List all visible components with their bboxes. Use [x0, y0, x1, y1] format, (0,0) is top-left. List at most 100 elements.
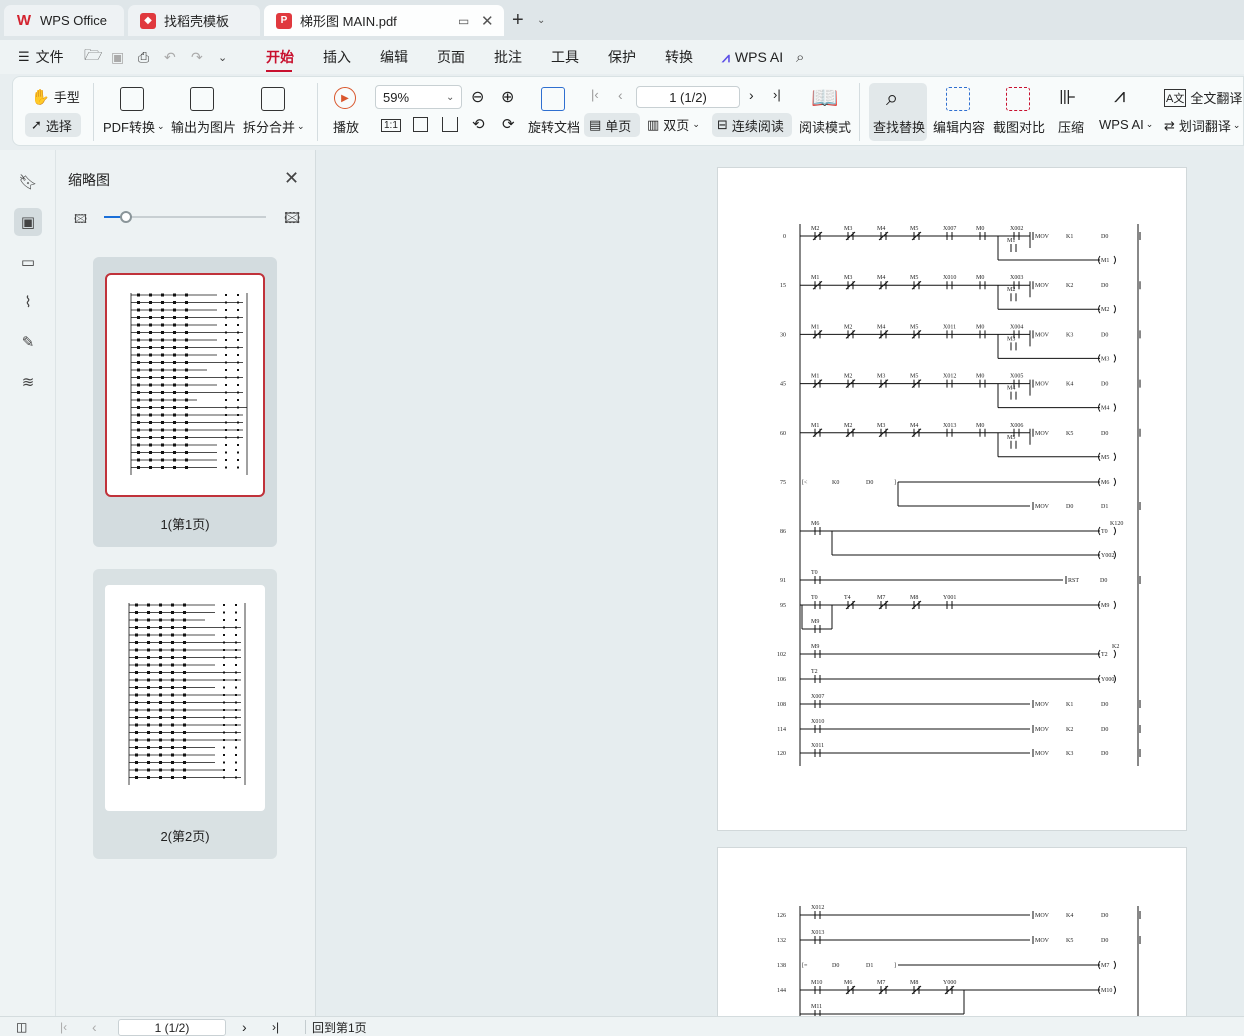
save-icon[interactable]: ▣	[111, 40, 124, 74]
contact-label: M1	[811, 324, 819, 330]
menu-annotate[interactable]: 批注	[494, 40, 522, 74]
thumb-contact	[185, 368, 188, 372]
page-number-input[interactable]: 1 (1/2)	[636, 86, 740, 108]
split-merge-button[interactable]: 拆分合并 ⌄	[243, 117, 305, 136]
prev-page-icon[interactable]: ‹	[92, 1017, 97, 1036]
small-image-icon[interactable]: 🖾	[74, 210, 87, 231]
thumbnail-icon[interactable]: ▣	[14, 208, 42, 236]
tab-docer-template[interactable]: ◆ 找稻壳模板	[128, 5, 260, 36]
thumb-contact	[183, 761, 186, 764]
menu-edit[interactable]: 编辑	[380, 40, 408, 74]
wps-ai-button[interactable]: WPS AI ⌄	[1099, 117, 1153, 132]
thumb-operand	[225, 331, 227, 334]
zoom-select[interactable]: 59% ⌄	[375, 85, 462, 109]
redo-icon[interactable]: ↷	[191, 40, 203, 74]
tab-ladder-pdf[interactable]: P 梯形图 MAIN.pdf ▭ ✕	[264, 5, 504, 36]
close-icon[interactable]: ✕	[284, 168, 299, 189]
thumb-operand	[223, 754, 225, 756]
open-folder-icon[interactable]: 🗁	[84, 40, 103, 74]
next-page-icon[interactable]: ›	[749, 87, 754, 103]
close-tab-icon[interactable]: ✕	[481, 5, 494, 36]
back-to-first-page-link[interactable]: 回到第1页	[312, 1017, 367, 1036]
thumb-operand	[225, 429, 227, 431]
quick-access-chevron-icon[interactable]: ⌄	[218, 40, 227, 74]
rotate-right-icon[interactable]: ⟳	[502, 115, 515, 133]
thumb-contact	[159, 723, 162, 727]
continuous-read-button[interactable]: ⊟ 连续阅读	[712, 113, 792, 137]
thumb-contact	[173, 436, 176, 439]
word-translate-button[interactable]: ⇄ 划词翻译 ⌄	[1164, 116, 1240, 135]
thumb-contact	[185, 436, 188, 439]
thumb-contact	[171, 693, 174, 697]
menu-start[interactable]: 开始	[266, 40, 294, 74]
coil-label: T0	[1101, 529, 1108, 535]
last-page-icon[interactable]: ›|	[272, 1017, 279, 1036]
last-page-icon[interactable]: ›|	[773, 87, 781, 102]
thumb-contact	[147, 776, 150, 779]
signature-icon[interactable]: ✎	[14, 328, 42, 356]
zoom-out-icon[interactable]: ⊖	[471, 87, 484, 107]
rotate-document-button[interactable]: 旋转文档	[528, 117, 580, 136]
fit-page-icon[interactable]	[413, 117, 428, 132]
instruction-operand: MOV	[1035, 234, 1050, 240]
select-tool-button[interactable]: ➚ 选择	[25, 113, 81, 137]
thumb-contact	[147, 738, 150, 742]
pdf-convert-icon	[120, 87, 144, 111]
thumb-contact	[173, 301, 176, 304]
layers-icon[interactable]: ≋	[14, 368, 42, 396]
file-menu[interactable]: ☰ 文件	[18, 40, 64, 74]
read-mode-button[interactable]: 阅读模式	[799, 117, 851, 136]
document-viewer[interactable]: 0 M2 M3 M4 M5 X007 M0 X002 MOV K1 D0 M1 M1 15 M1 M3 M4 M5…	[316, 150, 1244, 1016]
first-page-icon[interactable]: |‹	[591, 87, 599, 102]
large-image-icon[interactable]: 🖾	[284, 208, 300, 233]
single-page-button[interactable]: ▤ 单页	[584, 113, 640, 137]
edit-content-button[interactable]: 编辑内容	[933, 117, 985, 136]
thumbnail-image	[105, 585, 265, 811]
menu-insert[interactable]: 插入	[323, 40, 351, 74]
menu-tools[interactable]: 工具	[551, 40, 579, 74]
find-replace-button[interactable]: 查找替换	[873, 117, 925, 136]
thumb-operand	[235, 671, 237, 674]
window-mode-icon[interactable]: ▭	[458, 5, 469, 36]
menu-protect[interactable]: 保护	[608, 40, 636, 74]
search-icon[interactable]: ⌕	[796, 40, 804, 74]
play-button[interactable]: 播放	[333, 117, 359, 136]
prev-page-icon[interactable]: ‹	[618, 87, 623, 103]
export-image-button[interactable]: 输出为图片	[171, 117, 236, 136]
thumb-operand	[235, 716, 237, 719]
new-tab-icon[interactable]: +	[512, 5, 524, 36]
compress-button[interactable]: 压缩	[1058, 117, 1084, 136]
menu-convert[interactable]: 转换	[665, 40, 693, 74]
contact-label: X002	[1010, 226, 1023, 232]
double-page-button[interactable]: ▥ 双页 ⌄	[647, 115, 700, 134]
menu-wps-ai[interactable]: ⩘ WPS AI	[722, 40, 783, 74]
contact-label: M1	[1007, 238, 1015, 244]
pdf-convert-button[interactable]: PDF转换 ⌄	[103, 117, 165, 136]
zoom-in-icon[interactable]: ⊕	[501, 87, 514, 107]
rotate-left-icon[interactable]: ⟲	[472, 115, 485, 133]
undo-icon[interactable]: ↶	[164, 40, 176, 74]
status-page-input[interactable]: 1 (1/2)	[118, 1019, 226, 1036]
comment-icon[interactable]: ▭	[14, 248, 42, 276]
next-page-icon[interactable]: ›	[242, 1017, 247, 1036]
print-icon[interactable]: ⎙	[138, 40, 149, 74]
thumb-contact	[159, 663, 162, 667]
hand-tool-button[interactable]: ✋ 手型	[31, 87, 80, 106]
tab-wps-office[interactable]: W WPS Office	[4, 5, 124, 36]
page-thumbnail-1[interactable]: 1(第1页)	[93, 257, 277, 547]
thumb-contact	[161, 413, 164, 417]
full-translate-button[interactable]: A文 全文翻译	[1164, 88, 1242, 107]
fit-width-icon[interactable]	[442, 117, 458, 132]
page-thumbnail-2[interactable]: 2(第2页)	[93, 569, 277, 859]
slider-handle[interactable]	[120, 211, 132, 223]
menu-page[interactable]: 页面	[437, 40, 465, 74]
screenshot-compare-button[interactable]: 截图对比	[993, 117, 1045, 136]
bookmark-icon[interactable]: 🔖︎	[14, 168, 42, 196]
chevron-down-icon[interactable]: ⌄	[537, 5, 545, 36]
sidebar-toggle-icon[interactable]: ◫	[16, 1017, 27, 1036]
attachment-icon[interactable]: ⌇	[14, 288, 42, 316]
thumb-contact	[161, 361, 164, 364]
actual-size-icon[interactable]: 1:1	[381, 119, 401, 132]
first-page-icon[interactable]: |‹	[60, 1017, 67, 1036]
thumb-contact	[173, 466, 176, 469]
